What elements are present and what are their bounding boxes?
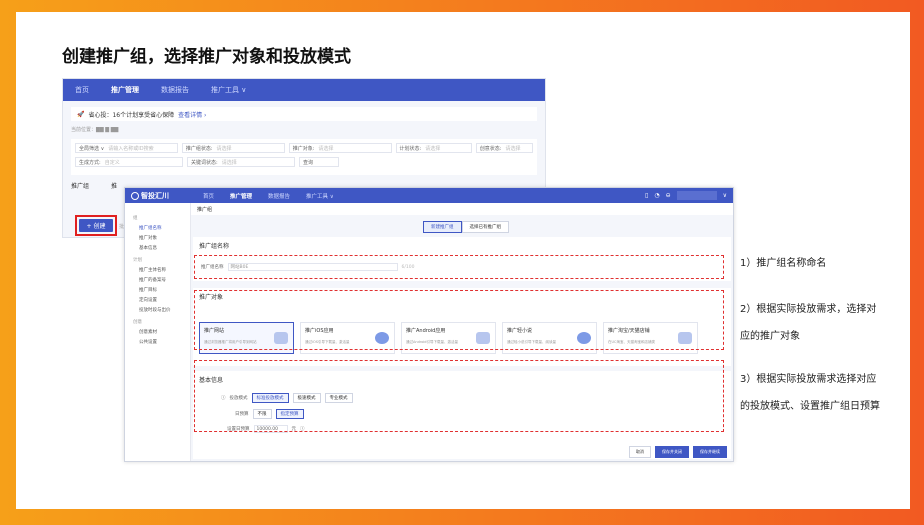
filter-field[interactable]: 全局筛选 ∨ 请输入名称或ID搜索 — [75, 143, 178, 153]
new-group-toggle[interactable]: 新建推广组 — [423, 221, 462, 233]
logo-icon — [131, 191, 139, 200]
phone-icon[interactable]: ▯ — [645, 192, 648, 199]
nav-home[interactable]: 首页 — [203, 192, 214, 200]
rocket-icon: 🚀 — [77, 110, 85, 118]
tab-other[interactable]: 推 — [111, 181, 117, 190]
filter-placeholder: 自定义 — [104, 159, 120, 166]
notice-link[interactable]: 查看详情 › — [178, 110, 206, 119]
filter-placeholder: 请选择 — [318, 145, 334, 152]
breadcrumb: 推广组 — [191, 203, 733, 215]
sidebar-section: 组 — [133, 216, 138, 221]
nav-tools[interactable]: 推广工具 ∨ — [211, 85, 246, 95]
create-highlight — [75, 215, 117, 236]
nav-report[interactable]: 数据报告 — [268, 192, 290, 200]
sidebar-item[interactable]: 推广对象 — [125, 235, 190, 241]
filter-field[interactable]: 推广对象: 请选择 — [288, 143, 392, 153]
sidebar-item[interactable]: 定向设置 — [125, 297, 190, 303]
notice-bar: 🚀 省心投：16个计划享受省心保障 查看详情 › — [71, 107, 537, 121]
sidebar: 组推广组名称推广对象基本信息计划推广主体名称 推广的备案号 推广目标定向设置投放时段… — [125, 203, 191, 461]
filter-placeholder: 请选择 — [505, 145, 521, 152]
filter-placeholder: 请选择 — [216, 145, 232, 152]
sidebar-item[interactable]: 推广组名称 — [125, 225, 190, 231]
cancel-button[interactable]: 取消 — [629, 446, 651, 458]
logo-text: 智投汇川 — [141, 191, 169, 200]
filter-field[interactable]: 计划状态: 请选择 — [395, 143, 472, 153]
filter-row-1: 全局筛选 ∨ 请输入名称或ID搜索 推广组状态: 请选择 推广对象: 请选择 计划状态: 请选… — [75, 143, 534, 153]
filter-placeholder: 请选择 — [221, 159, 237, 166]
logo: 智投汇川 — [131, 191, 187, 201]
nav-tools[interactable]: 推广工具 ∨ — [306, 192, 334, 200]
sidebar-item[interactable]: 创意素材 — [125, 329, 190, 335]
sidebar-item[interactable]: 推广目标 — [125, 287, 190, 293]
highlight-basic-info — [194, 360, 724, 432]
filter-label: 创意状态: — [479, 145, 502, 152]
sidebar-item[interactable]: 推广主体名称 — [125, 267, 190, 273]
back-breadcrumb: 当前位置：▇▇ ▇ ▇▇ — [71, 127, 119, 133]
save-continue-button[interactable]: 保存并继续 — [693, 446, 727, 458]
filter-field[interactable]: 推广组状态: 请选择 — [181, 143, 285, 153]
filter-placeholder: 请选择 — [425, 145, 441, 152]
nav-right: ▯ ◔ ⊖ ∨ — [645, 191, 727, 200]
filter-field[interactable]: 创意状态: 请选择 — [475, 143, 534, 153]
notice-text: 省心投：16个计划享受省心保障 — [88, 111, 175, 119]
filter-label: 生成方式: — [79, 159, 101, 166]
filter-label: 推广组状态: — [185, 145, 213, 152]
sidebar-item[interactable]: 投放时段与出价 — [125, 307, 190, 313]
filter-label: 查询 — [303, 159, 314, 166]
filter-label: 推广对象: — [292, 145, 315, 152]
sidebar-section: 计划 — [133, 258, 142, 263]
note-3: 3）根据实际投放需求选择对应的投放模式、设置推广组日预算 — [740, 374, 880, 412]
filter-field[interactable]: 查询 — [299, 157, 339, 167]
nav-promo-manage[interactable]: 推广管理 — [111, 85, 139, 95]
filter-field[interactable]: 生成方式: 自定义 — [75, 157, 183, 167]
highlight-promo-object — [194, 290, 724, 350]
save-close-button[interactable]: 保存并关闭 — [655, 446, 689, 458]
slide-title: 创建推广组，选择推广对象和投放模式 — [62, 47, 351, 67]
filter-label: 关键词状态: — [191, 159, 218, 166]
filter-placeholder: 请输入名称或ID搜索 — [108, 145, 154, 152]
sidebar-section: 创意 — [133, 320, 142, 325]
sidebar-item[interactable]: 公共设置 — [125, 339, 190, 345]
filter-label: 计划状态: — [399, 145, 422, 152]
note-1: 1）推广组名称命名 — [740, 258, 827, 269]
bell-icon[interactable]: ◔ — [654, 192, 659, 199]
expand-icon[interactable]: ∨ — [723, 192, 727, 199]
sidebar-item[interactable]: 推广的备案号 — [125, 277, 190, 283]
front-top-nav: 智投汇川 首页 推广管理 数据报告 推广工具 ∨ ▯ ◔ ⊖ ∨ — [125, 188, 733, 203]
nav-promo-manage[interactable]: 推广管理 — [230, 192, 252, 200]
group-name-title: 推广组名称 — [199, 243, 230, 250]
sidebar-item[interactable]: 基本信息 — [125, 245, 190, 251]
group-toggle: 新建推广组 选择已有推广组 — [423, 221, 509, 233]
tab-group[interactable]: 推广组 — [71, 181, 89, 190]
nav-report[interactable]: 数据报告 — [161, 85, 189, 95]
footer-actions: 取消 保存并关闭 保存并继续 — [629, 446, 727, 458]
account-menu[interactable] — [676, 191, 717, 200]
existing-group-toggle[interactable]: 选择已有推广组 — [461, 221, 509, 233]
highlight-group-name — [194, 255, 724, 279]
filter-row-2: 生成方式: 自定义 关键词状态: 请选择 查询 — [75, 157, 533, 167]
filter-card: 全局筛选 ∨ 请输入名称或ID搜索 推广组状态: 请选择 推广对象: 请选择 计划状态: 请选… — [71, 139, 537, 175]
back-top-nav: 首页 推广管理 数据报告 推广工具 ∨ — [63, 79, 545, 101]
help-icon[interactable]: ⊖ — [666, 192, 671, 199]
note-2: 2）根据实际投放需求，选择对应的推广对象 — [740, 304, 877, 342]
filter-label: 全局筛选 ∨ — [79, 145, 105, 152]
filter-field[interactable]: 关键词状态: 请选择 — [187, 157, 295, 167]
nav-home[interactable]: 首页 — [75, 85, 89, 95]
